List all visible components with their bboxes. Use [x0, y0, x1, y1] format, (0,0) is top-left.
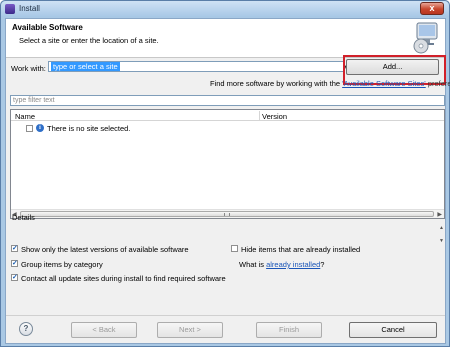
find-more-software-text: Find more software by working with the '… [210, 79, 450, 88]
scroll-right-arrow-icon[interactable]: ▶ [437, 211, 442, 218]
already-installed-link[interactable]: already installed [266, 260, 320, 269]
info-icon: i [36, 124, 44, 132]
table-header-row: Name Version [11, 110, 444, 121]
available-software-sites-link[interactable]: 'Available Software Sites' [342, 79, 426, 88]
filter-input[interactable]: type filter text [10, 95, 445, 106]
page-title: Available Software [12, 23, 83, 32]
install-dialog-window: Install x Available Software Select a si… [0, 0, 450, 347]
hide-installed-label[interactable]: Hide items that are already installed [241, 245, 360, 254]
cancel-button[interactable]: Cancel [349, 322, 437, 338]
add-site-button[interactable]: Add... [346, 59, 439, 75]
hide-installed-checkbox[interactable] [231, 245, 238, 252]
group-by-category-label[interactable]: Group items by category [21, 260, 103, 269]
next-button[interactable]: Next > [157, 322, 223, 338]
contact-update-sites-checkbox[interactable] [11, 273, 18, 281]
back-button[interactable]: < Back [71, 322, 137, 338]
row-checkbox[interactable] [26, 125, 33, 132]
horizontal-scrollbar[interactable]: ◀ ▶ [11, 209, 444, 218]
dialog-client-area: Available Software Select a site or ente… [5, 18, 450, 344]
work-with-site-value: type or select a site [51, 62, 120, 71]
details-label: Details [12, 213, 35, 222]
work-with-label: Work with: [11, 64, 46, 73]
scroll-up-arrow-icon[interactable]: ▲ [439, 225, 444, 231]
what-is-installed-text: What is already installed? [239, 260, 324, 269]
row-text: There is no site selected. [47, 124, 131, 133]
scroll-down-arrow-icon[interactable]: ▼ [439, 238, 444, 244]
help-button[interactable]: ? [19, 322, 33, 336]
scrollbar-grip [224, 213, 230, 216]
bottom-separator [6, 315, 445, 316]
filter-placeholder: type filter text [13, 97, 55, 104]
work-with-site-combo[interactable]: type or select a site [48, 61, 344, 72]
column-divider[interactable] [259, 111, 260, 120]
install-software-icon [413, 22, 438, 54]
close-window-button[interactable]: x [420, 2, 444, 15]
column-header-version[interactable]: Version [262, 112, 287, 121]
scrollbar-thumb[interactable] [20, 211, 434, 217]
what-is-prefix: What is [239, 260, 267, 269]
show-latest-versions-label[interactable]: Show only the latest versions of availab… [21, 245, 189, 254]
software-table: Name Version i There is no site selected… [10, 109, 445, 219]
show-latest-versions-checkbox[interactable] [11, 244, 18, 252]
details-scrollbar[interactable]: ▲ ▼ [436, 224, 445, 248]
table-row[interactable]: i There is no site selected. [11, 123, 444, 134]
eclipse-app-icon [5, 4, 15, 14]
contact-update-sites-label[interactable]: Contact all update sites during install … [21, 274, 226, 283]
window-title: Install [19, 4, 40, 13]
wizard-header: Available Software Select a site or ente… [6, 19, 445, 58]
page-description: Select a site or enter the location of a… [19, 36, 159, 45]
what-is-suffix: ? [320, 260, 325, 269]
find-more-text: Find more software by working with the [210, 79, 343, 88]
finish-button[interactable]: Finish [256, 322, 322, 338]
find-more-suffix: preferences. [427, 79, 450, 88]
column-header-name[interactable]: Name [15, 112, 35, 121]
title-bar[interactable]: Install x [1, 1, 449, 17]
group-by-category-checkbox[interactable] [11, 259, 18, 267]
